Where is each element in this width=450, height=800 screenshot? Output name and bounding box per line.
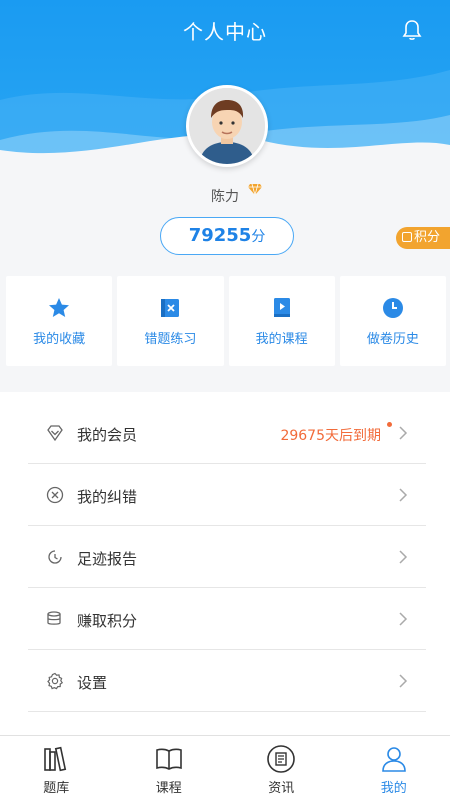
chevron-right-icon — [399, 488, 408, 502]
points-tag-label: 积分 — [414, 230, 441, 245]
course-play-icon — [273, 298, 290, 317]
footprint-icon — [48, 550, 62, 564]
menu-item-corrections[interactable]: 我的纠错 — [28, 464, 426, 526]
books-icon — [44, 746, 67, 772]
tab-label: 我的 — [380, 781, 407, 796]
tab-label: 资讯 — [268, 781, 295, 796]
menu-item-settings[interactable]: 设置 — [28, 650, 426, 712]
menu-item-footprint[interactable]: 足迹报告 — [28, 526, 426, 588]
tab-label: 课程 — [155, 781, 182, 796]
tab-news[interactable]: 资讯 — [225, 736, 338, 800]
points-unit: 分 — [251, 229, 266, 245]
quick-link-exam-history[interactable]: 做卷历史 — [339, 276, 446, 366]
points-value: 79255 — [188, 225, 252, 246]
quick-link-favorites[interactable]: 我的收藏 — [6, 276, 113, 366]
quick-link-label: 我的课程 — [255, 332, 308, 347]
menu-item-membership[interactable]: 我的会员 29675天后到期 — [28, 402, 426, 464]
points-tag[interactable]: 积分 — [396, 227, 450, 249]
chevron-right-icon — [399, 674, 408, 688]
coins-icon — [47, 611, 61, 625]
points-pill[interactable]: 79255分 — [160, 217, 294, 255]
open-book-icon — [155, 748, 182, 770]
tab-courses[interactable]: 课程 — [113, 736, 226, 800]
quick-links: 我的收藏 错题练习 我的课程 做卷历史 — [6, 276, 446, 366]
quick-link-my-courses[interactable]: 我的课程 — [228, 276, 335, 366]
chevron-right-icon — [399, 550, 408, 564]
correction-icon — [46, 486, 64, 504]
vip-diamond-icon — [47, 425, 63, 442]
star-icon — [49, 298, 70, 317]
tab-label: 题库 — [43, 781, 70, 796]
quick-link-label: 我的收藏 — [33, 332, 86, 347]
quick-link-wrong-questions[interactable]: 错题练习 — [117, 276, 224, 366]
membership-expiry: 29675天后到期 — [280, 428, 381, 444]
user-icon — [381, 747, 406, 772]
chevron-right-icon — [399, 612, 408, 626]
tab-mine[interactable]: 我的 — [338, 736, 450, 800]
quick-link-label: 错题练习 — [144, 332, 197, 347]
page-title: 个人中心 — [183, 20, 267, 44]
quick-link-label: 做卷历史 — [366, 332, 419, 347]
notification-dot — [387, 422, 392, 427]
chevron-right-icon — [399, 426, 408, 440]
tab-question-bank[interactable]: 题库 — [0, 736, 113, 800]
user-name: 陈力 — [211, 189, 239, 205]
menu-item-label: 足迹报告 — [77, 550, 138, 568]
avatar[interactable] — [186, 85, 268, 167]
wrong-question-icon — [161, 299, 180, 317]
settings-menu: 我的会员 29675天后到期 我的纠错 足迹报告 赚取积分 设置 — [0, 392, 450, 735]
avatar-image — [189, 88, 265, 164]
menu-item-label: 我的纠错 — [77, 488, 138, 506]
diamond-badge-icon — [248, 183, 262, 195]
menu-item-earn-points[interactable]: 赚取积分 — [28, 588, 426, 650]
news-icon — [267, 745, 296, 773]
menu-item-label: 设置 — [77, 674, 108, 692]
bottom-tab-bar: 题库 课程 资讯 我的 — [0, 735, 450, 800]
clock-icon — [382, 298, 403, 318]
points-tag-icon — [402, 232, 412, 242]
menu-item-label: 赚取积分 — [77, 612, 138, 630]
bell-icon[interactable] — [400, 18, 424, 42]
menu-item-label: 我的会员 — [77, 426, 138, 444]
gear-icon — [47, 672, 64, 690]
